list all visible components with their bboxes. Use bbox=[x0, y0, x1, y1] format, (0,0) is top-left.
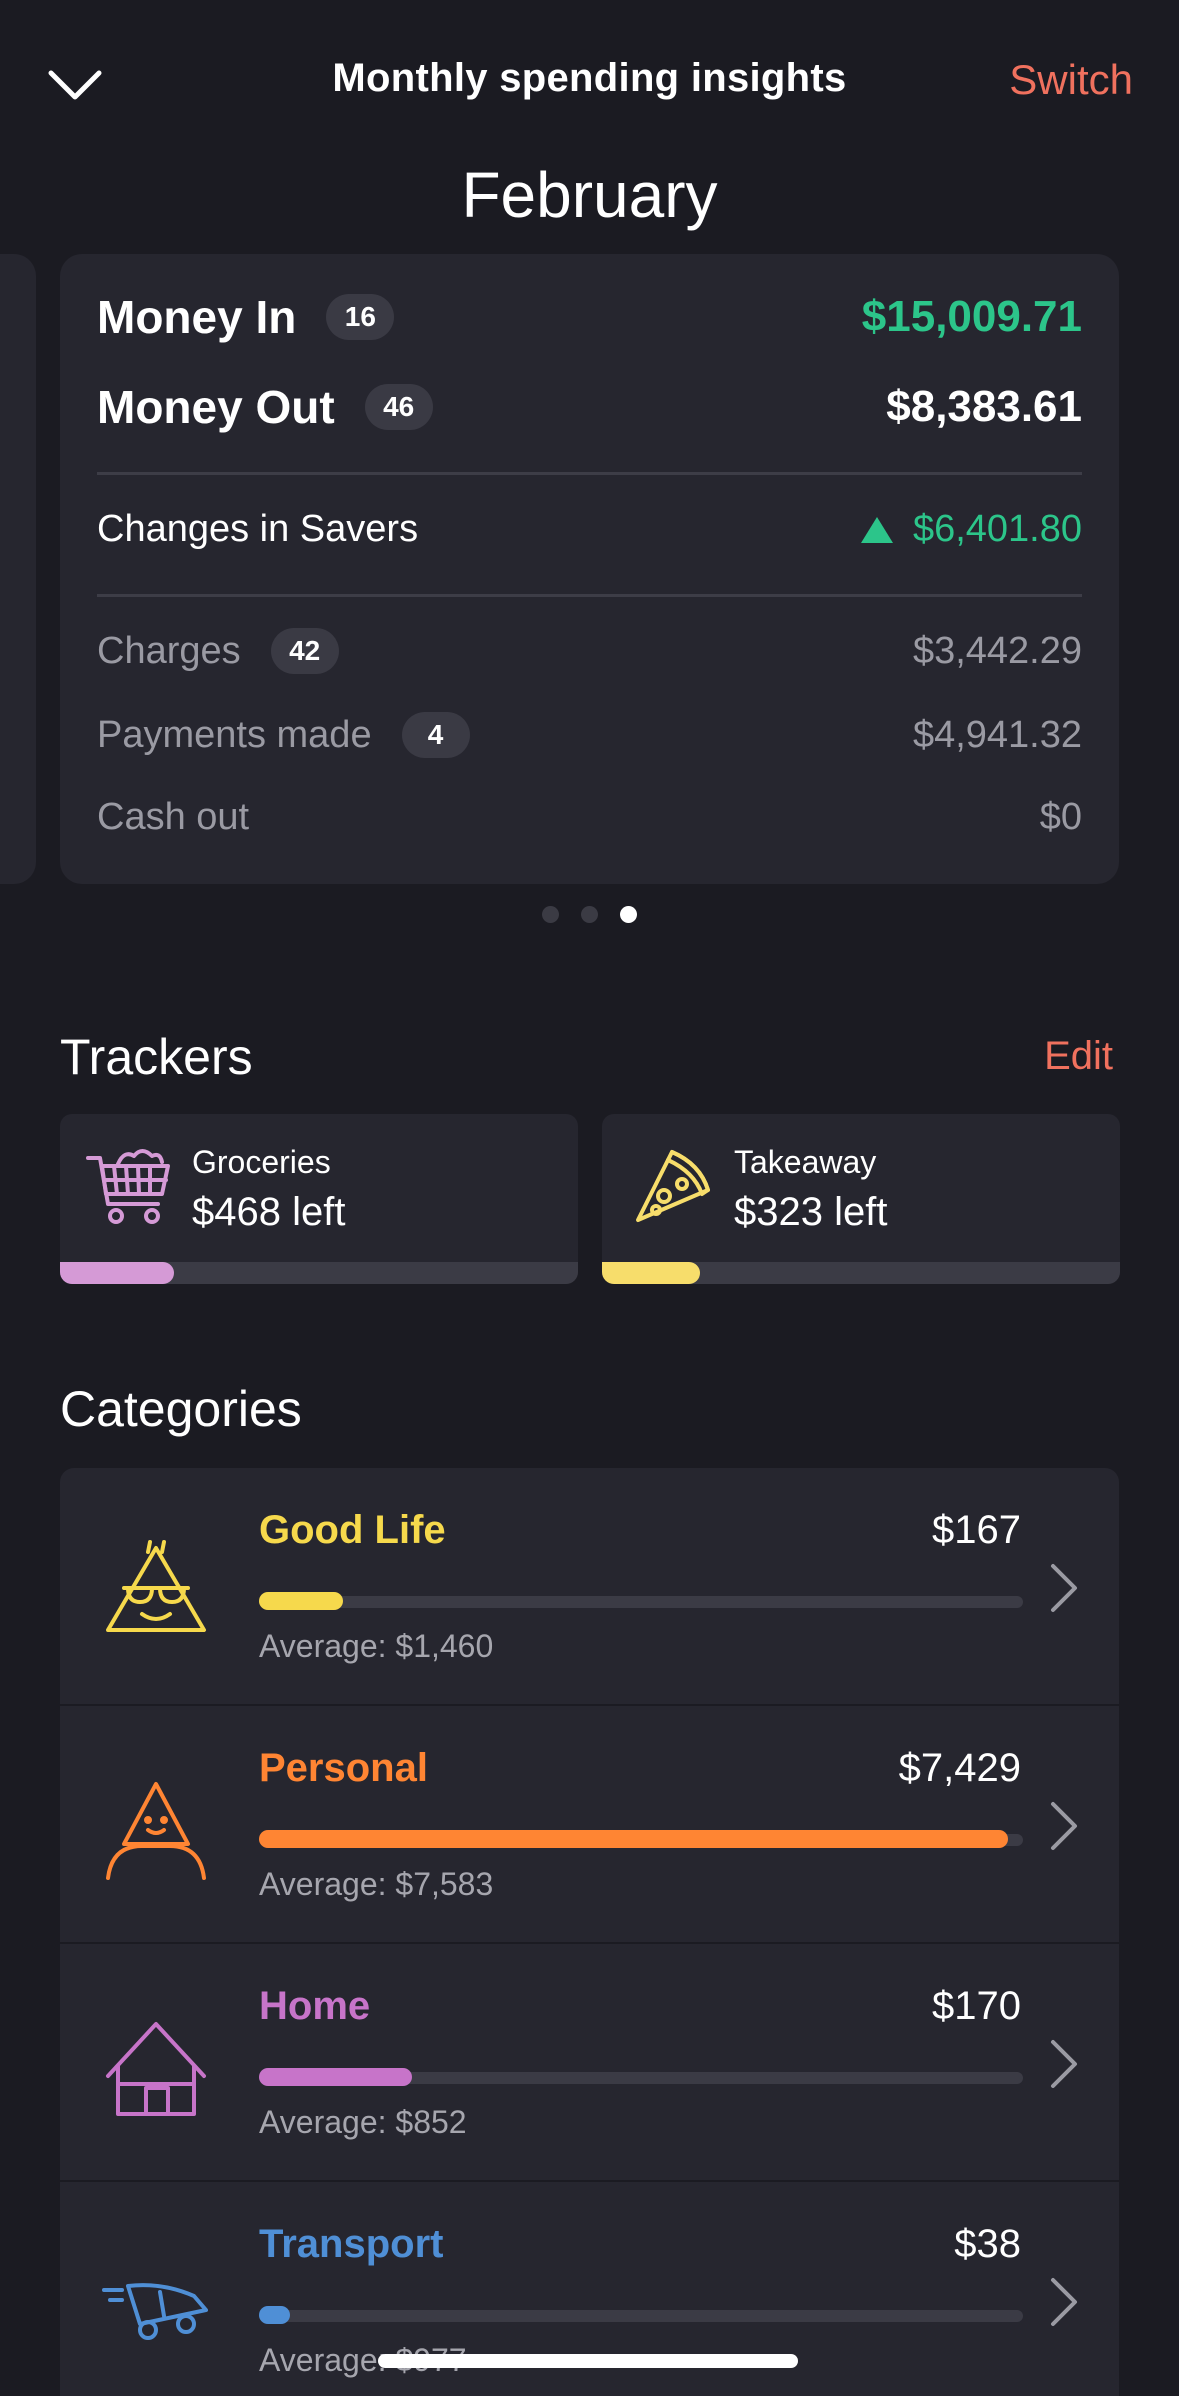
money-in-count-badge: 16 bbox=[326, 294, 395, 340]
money-out-value: $8,383.61 bbox=[886, 382, 1082, 431]
charges-count-badge: 42 bbox=[270, 628, 339, 674]
previous-summary-card[interactable] bbox=[0, 254, 36, 884]
tracker-name: Groceries bbox=[192, 1144, 331, 1180]
home-indicator[interactable] bbox=[378, 2354, 798, 2368]
up-arrow-icon bbox=[860, 516, 893, 543]
tracker-progress bbox=[60, 1262, 578, 1284]
payments-row: Payments made 4 $4,941.32 bbox=[97, 712, 1082, 758]
header: Monthly spending insights Switch Februar… bbox=[0, 0, 1179, 231]
money-out-row: Money Out 46 $8,383.61 bbox=[97, 380, 1082, 434]
category-average: Average: $7,583 bbox=[259, 1866, 494, 1902]
money-out-label: Money Out bbox=[97, 381, 335, 433]
divider bbox=[97, 594, 1082, 597]
savers-label: Changes in Savers bbox=[97, 508, 419, 550]
category-name: Personal bbox=[259, 1746, 428, 1790]
charges-row: Charges 42 $3,442.29 bbox=[97, 628, 1082, 674]
trackers-title: Trackers bbox=[60, 1029, 253, 1085]
house-icon bbox=[106, 2022, 206, 2116]
edit-trackers-button[interactable]: Edit bbox=[1044, 1034, 1113, 1079]
tracker-progress bbox=[602, 1262, 1120, 1284]
chevron-right-icon bbox=[1051, 1802, 1077, 1850]
chevron-right-icon bbox=[1051, 2278, 1077, 2326]
money-in-row: Money In 16 $15,009.71 bbox=[97, 290, 1082, 344]
tracker-remaining: $468 left bbox=[192, 1190, 346, 1234]
person-triangle-icon bbox=[106, 1782, 206, 1880]
category-progress bbox=[259, 1592, 1023, 1610]
spending-insights-screen: Monthly spending insights Switch Februar… bbox=[0, 0, 1179, 2396]
category-amount: $7,429 bbox=[898, 1746, 1021, 1790]
charges-label: Charges bbox=[97, 629, 241, 672]
money-in-label: Money In bbox=[97, 291, 297, 343]
page-indicator[interactable] bbox=[0, 906, 1179, 923]
category-progress bbox=[259, 1830, 1023, 1848]
switch-button[interactable]: Switch bbox=[1009, 56, 1133, 104]
category-name: Home bbox=[259, 1984, 371, 2028]
category-progress-fill bbox=[259, 1592, 344, 1610]
page-dot[interactable] bbox=[542, 906, 559, 923]
page-dot-active[interactable] bbox=[620, 906, 637, 923]
tracker-name: Takeaway bbox=[734, 1144, 877, 1180]
pizza-icon bbox=[636, 1150, 710, 1222]
category-amount: $38 bbox=[954, 2222, 1021, 2266]
category-name: Transport bbox=[259, 2222, 444, 2266]
summary-card[interactable]: Money In 16 $15,009.71 Money Out 46 $8,3… bbox=[60, 254, 1119, 884]
category-home[interactable]: Home $170 Average: $852 bbox=[60, 1944, 1119, 2182]
category-amount: $170 bbox=[932, 1984, 1021, 2028]
money-out-count-badge: 46 bbox=[364, 384, 433, 430]
category-personal[interactable]: Personal $7,429 Average: $7,583 bbox=[60, 1706, 1119, 1944]
category-progress bbox=[259, 2306, 1023, 2324]
cash-out-value: $0 bbox=[1039, 796, 1082, 838]
moving-car-icon bbox=[102, 2283, 208, 2340]
payments-label: Payments made bbox=[97, 713, 372, 756]
category-amount: $167 bbox=[932, 1508, 1021, 1552]
tracker-takeaway[interactable]: Takeaway $323 left bbox=[602, 1114, 1120, 1284]
category-progress-fill bbox=[259, 1830, 1008, 1848]
categories-title: Categories bbox=[60, 1381, 302, 1437]
category-progress bbox=[259, 2068, 1023, 2086]
categories-list: Good Life $167 Average: $1,460 Personal … bbox=[60, 1468, 1119, 2396]
chevron-right-icon bbox=[1051, 2040, 1077, 2088]
chevron-right-icon bbox=[1051, 1564, 1077, 1612]
category-name: Good Life bbox=[259, 1508, 446, 1552]
tracker-remaining: $323 left bbox=[734, 1190, 888, 1234]
page-title: Monthly spending insights bbox=[332, 56, 847, 100]
category-average: Average: $1,460 bbox=[259, 1628, 494, 1664]
tracker-progress-fill bbox=[602, 1262, 701, 1284]
sunglasses-triangle-icon bbox=[106, 1540, 206, 1632]
money-in-value: $15,009.71 bbox=[861, 292, 1082, 341]
tracker-groceries[interactable]: Groceries $468 left bbox=[60, 1114, 578, 1284]
payments-value: $4,941.32 bbox=[912, 713, 1082, 756]
category-progress-fill bbox=[259, 2068, 412, 2086]
savers-value: $6,401.80 bbox=[912, 508, 1082, 550]
cash-out-row: Cash out $0 bbox=[97, 796, 1082, 839]
category-average: Average: $852 bbox=[259, 2104, 467, 2140]
charges-value: $3,442.29 bbox=[912, 629, 1082, 672]
cash-out-label: Cash out bbox=[97, 796, 250, 838]
savers-row: Changes in Savers $6,401.80 bbox=[97, 508, 1082, 551]
month-title: February bbox=[461, 159, 718, 231]
shopping-cart-icon bbox=[86, 1149, 170, 1224]
divider bbox=[97, 472, 1082, 475]
payments-count-badge: 4 bbox=[401, 712, 470, 758]
category-progress-fill bbox=[259, 2306, 290, 2324]
tracker-progress-fill bbox=[60, 1262, 174, 1284]
category-good-life[interactable]: Good Life $167 Average: $1,460 bbox=[60, 1468, 1119, 1706]
page-dot[interactable] bbox=[581, 906, 598, 923]
